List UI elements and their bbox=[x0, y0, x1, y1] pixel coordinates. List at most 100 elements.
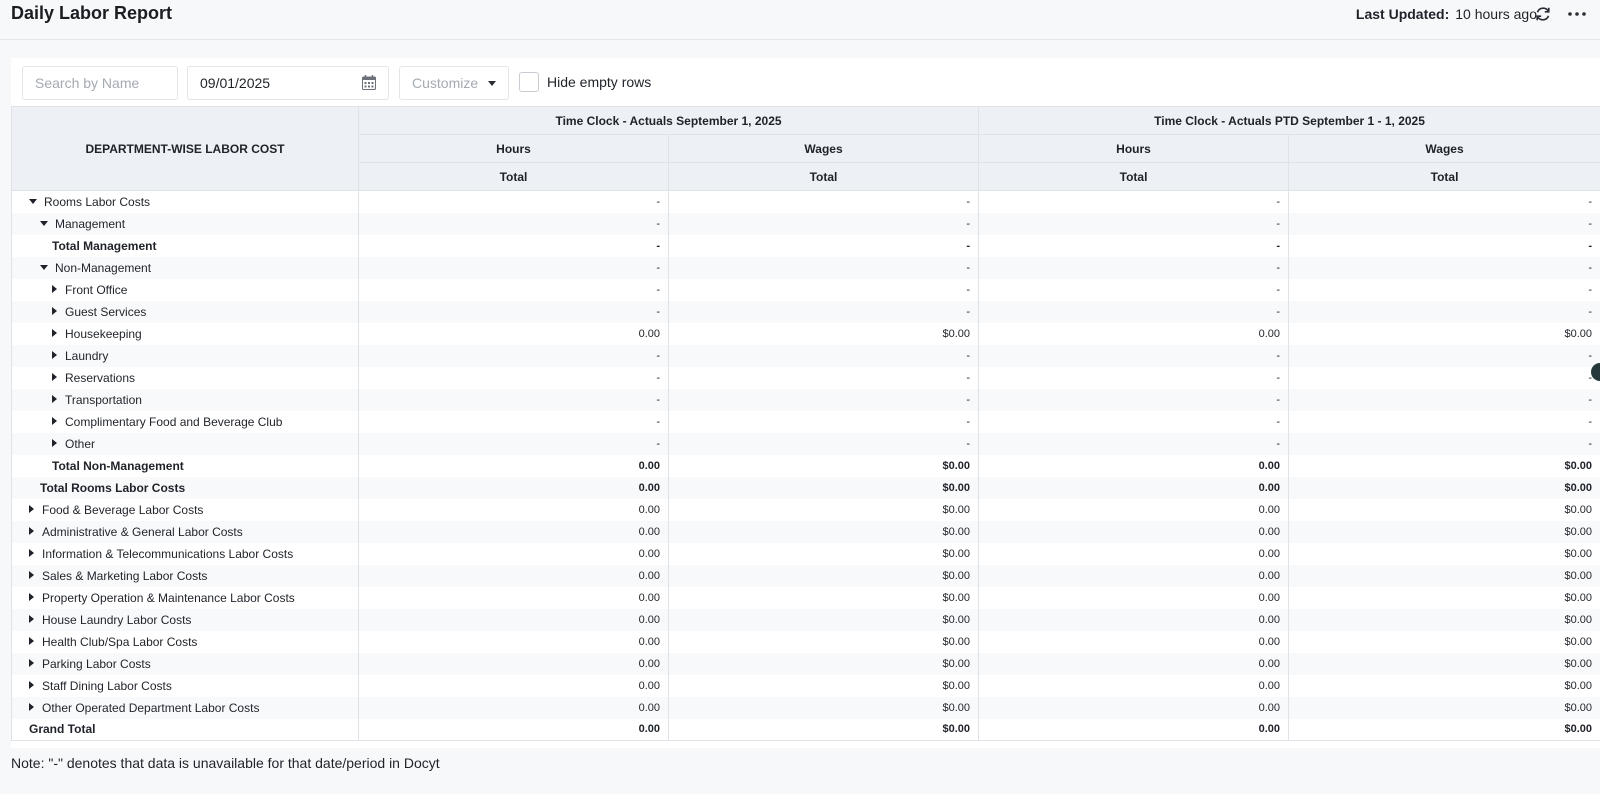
row-label: Sales & Marketing Labor Costs bbox=[42, 568, 208, 583]
customize-label: Customize bbox=[412, 75, 479, 91]
table-row[interactable]: Other Operated Department Labor Costs 0.0… bbox=[11, 696, 1600, 719]
value-cell: - bbox=[1288, 344, 1600, 367]
table-row[interactable]: Non-Management - - - - bbox=[11, 256, 1600, 279]
last-updated-value: 10 hours ago bbox=[1455, 6, 1537, 22]
collapse-toggle-icon[interactable] bbox=[29, 659, 34, 668]
collapse-toggle-icon[interactable] bbox=[52, 285, 57, 294]
total-header: Total bbox=[978, 162, 1290, 191]
value-cell: $0.00 bbox=[1288, 630, 1600, 653]
collapse-toggle-icon[interactable] bbox=[52, 395, 57, 404]
value-cell: 0.00 bbox=[358, 652, 669, 675]
collapse-toggle-icon[interactable] bbox=[29, 681, 34, 690]
table-row[interactable]: House Laundry Labor Costs 0.00 $0.00 0.00 $0… bbox=[11, 608, 1600, 631]
collapse-toggle-icon[interactable] bbox=[29, 527, 34, 536]
table-row[interactable]: Guest Services - - - - bbox=[11, 300, 1600, 323]
table-row[interactable]: Laundry - - - - bbox=[11, 344, 1600, 367]
value-cell: 0.00 bbox=[978, 476, 1290, 499]
value-cell: - bbox=[358, 344, 669, 367]
value-cell: $0.00 bbox=[667, 608, 980, 631]
table-row[interactable]: Complimentary Food and Beverage Club - - - - bbox=[11, 410, 1600, 433]
customize-dropdown[interactable]: Customize bbox=[399, 66, 509, 100]
expand-toggle-icon[interactable] bbox=[40, 220, 48, 226]
collapse-toggle-icon[interactable] bbox=[52, 351, 57, 360]
row-label-cell: Health Club/Spa Labor Costs bbox=[11, 630, 359, 653]
value-cell: 0.00 bbox=[358, 696, 669, 719]
collapse-toggle-icon[interactable] bbox=[52, 373, 57, 382]
row-label: Complimentary Food and Beverage Club bbox=[65, 414, 283, 429]
total-header: Total bbox=[1288, 162, 1600, 191]
row-label-cell: Total Management bbox=[11, 234, 359, 257]
row-label-cell: House Laundry Labor Costs bbox=[11, 608, 359, 631]
value-cell: - bbox=[358, 432, 669, 455]
row-label-cell: Total Non-Management bbox=[11, 454, 359, 477]
value-cell: $0.00 bbox=[1288, 542, 1600, 565]
value-cell: $0.00 bbox=[667, 696, 980, 719]
value-cell: $0.00 bbox=[667, 564, 980, 587]
table-row[interactable]: Front Office - - - - bbox=[11, 278, 1600, 301]
table-row[interactable]: Health Club/Spa Labor Costs 0.00 $0.00 0.00… bbox=[11, 630, 1600, 653]
row-label-cell: Transportation bbox=[11, 388, 359, 411]
calendar-icon[interactable] bbox=[362, 75, 376, 90]
row-label-cell: Administrative & General Labor Costs bbox=[11, 520, 359, 543]
row-label: Front Office bbox=[65, 282, 128, 297]
value-cell: $0.00 bbox=[667, 476, 980, 499]
value-cell: $0.00 bbox=[1288, 476, 1600, 499]
table-row[interactable]: Parking Labor Costs 0.00 $0.00 0.00 $0.00 bbox=[11, 652, 1600, 675]
row-label-cell: Laundry bbox=[11, 344, 359, 367]
table-row[interactable]: Reservations - - - - bbox=[11, 366, 1600, 389]
table-row[interactable]: Transportation - - - - bbox=[11, 388, 1600, 411]
collapse-toggle-icon[interactable] bbox=[29, 593, 34, 602]
more-options-icon[interactable] bbox=[1566, 4, 1588, 24]
table-row[interactable]: Sales & Marketing Labor Costs 0.00 $0.00 0.… bbox=[11, 564, 1600, 587]
sub-header-hours: Hours bbox=[358, 134, 669, 163]
collapse-toggle-icon[interactable] bbox=[52, 329, 57, 338]
collapse-toggle-icon[interactable] bbox=[52, 307, 57, 316]
table-row[interactable]: Rooms Labor Costs - - - - bbox=[11, 190, 1600, 213]
refresh-icon[interactable] bbox=[1534, 5, 1552, 23]
value-cell: - bbox=[978, 388, 1290, 411]
date-picker[interactable]: 09/01/2025 bbox=[187, 66, 389, 100]
expand-toggle-icon[interactable] bbox=[29, 199, 37, 205]
value-cell: - bbox=[978, 366, 1290, 389]
group-header-ptd: Time Clock - Actuals PTD September 1 - 1… bbox=[978, 106, 1600, 135]
table-row[interactable]: Information & Telecommunications Labor C… bbox=[11, 542, 1600, 565]
collapse-toggle-icon[interactable] bbox=[52, 417, 57, 426]
row-label: Property Operation & Maintenance Labor C… bbox=[42, 590, 295, 605]
value-cell: $0.00 bbox=[667, 498, 980, 521]
table-row[interactable]: Property Operation & Maintenance Labor C… bbox=[11, 586, 1600, 609]
table-row[interactable]: Administrative & General Labor Costs 0.00… bbox=[11, 520, 1600, 543]
hide-empty-rows-toggle[interactable]: Hide empty rows bbox=[519, 72, 651, 92]
collapse-toggle-icon[interactable] bbox=[29, 615, 34, 624]
row-label-cell: Staff Dining Labor Costs bbox=[11, 674, 359, 697]
table-row[interactable]: Management - - - - bbox=[11, 212, 1600, 235]
value-cell: - bbox=[978, 344, 1290, 367]
collapse-toggle-icon[interactable] bbox=[29, 505, 34, 514]
hide-empty-rows-checkbox[interactable] bbox=[519, 72, 539, 92]
table-row[interactable]: Food & Beverage Labor Costs 0.00 $0.00 0.00… bbox=[11, 498, 1600, 521]
row-label-cell: Grand Total bbox=[11, 718, 359, 741]
collapse-toggle-icon[interactable] bbox=[52, 439, 57, 448]
value-cell: - bbox=[667, 410, 980, 433]
value-cell: - bbox=[667, 234, 980, 257]
value-cell: - bbox=[358, 366, 669, 389]
value-cell: $0.00 bbox=[667, 520, 980, 543]
value-cell: 0.00 bbox=[358, 476, 669, 499]
collapse-toggle-icon[interactable] bbox=[29, 637, 34, 646]
row-label-cell: Property Operation & Maintenance Labor C… bbox=[11, 586, 359, 609]
collapse-toggle-icon[interactable] bbox=[29, 549, 34, 558]
table-row: Grand Total 0.00 $0.00 0.00 $0.00 bbox=[11, 718, 1600, 741]
table-row[interactable]: Staff Dining Labor Costs 0.00 $0.00 0.00 $0.… bbox=[11, 674, 1600, 697]
value-cell: $0.00 bbox=[1288, 322, 1600, 345]
value-cell: $0.00 bbox=[1288, 652, 1600, 675]
search-input[interactable] bbox=[22, 66, 178, 100]
table-row[interactable]: Housekeeping 0.00 $0.00 0.00 $0.00 bbox=[11, 322, 1600, 345]
value-cell: - bbox=[667, 212, 980, 235]
collapse-toggle-icon[interactable] bbox=[29, 571, 34, 580]
value-cell: 0.00 bbox=[978, 322, 1290, 345]
sub-header-hours: Hours bbox=[978, 134, 1290, 163]
table-row[interactable]: Other - - - - bbox=[11, 432, 1600, 455]
expand-toggle-icon[interactable] bbox=[40, 264, 48, 270]
last-updated: Last Updated: 10 hours ago bbox=[1356, 6, 1537, 22]
collapse-toggle-icon[interactable] bbox=[29, 703, 34, 712]
value-cell: - bbox=[667, 190, 980, 213]
